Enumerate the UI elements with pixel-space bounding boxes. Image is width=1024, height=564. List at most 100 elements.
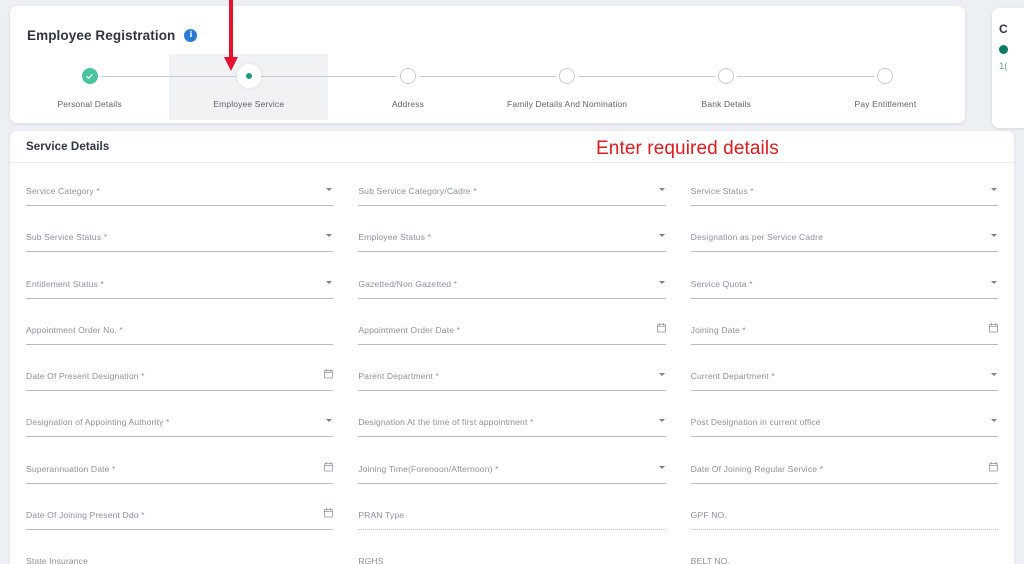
step-pending-icon [877, 68, 894, 84]
field-label: Designation as per Service Cadre [690, 232, 823, 243]
calendar-icon[interactable] [989, 461, 998, 472]
stepper-step-label: Bank Details [701, 99, 752, 109]
field-label: RGHS [358, 556, 384, 564]
stepper-step-family-details-and-nomination[interactable]: Family Details And Nomination [487, 54, 647, 120]
chevron-down-icon[interactable] [991, 373, 997, 377]
field-entitlement-status[interactable]: Entitlement Status * [26, 270, 334, 316]
chevron-down-icon[interactable] [658, 419, 665, 423]
field-parent-department[interactable]: Parent Department * [358, 362, 666, 408]
stepper-step-employee-service[interactable]: Employee Service [169, 54, 329, 120]
field-date-of-joining-present-ddo[interactable]: Date Of Joining Present Ddo * [26, 501, 334, 547]
field-label: PRAN Type [358, 510, 405, 521]
field-label: Service Status * [690, 186, 754, 196]
field-underline [358, 205, 666, 206]
field-label: BELT NO. [690, 556, 730, 564]
field-underline [690, 205, 998, 206]
step-connector-left [328, 76, 397, 77]
field-service-quota[interactable]: Service Quota * [690, 270, 998, 316]
step-connector-right [737, 76, 806, 77]
field-label: State Insurance [26, 556, 88, 564]
step-marker [646, 66, 806, 86]
field-gpf-no[interactable]: GPF NO. [690, 501, 998, 547]
chevron-down-icon[interactable] [658, 234, 665, 238]
service-details-form-grid: Service Category * Sub Service Category/C… [10, 163, 1014, 564]
calendar-icon[interactable] [656, 322, 666, 333]
registration-title-row: Employee Registration i [27, 28, 198, 43]
field-appointment-order-no[interactable]: Appointment Order No. * [26, 316, 334, 362]
field-label: Entitlement Status * [26, 278, 104, 289]
field-designation-of-appointing-authority[interactable]: Designation of Appointing Authority * [26, 408, 334, 454]
field-service-status[interactable]: Service Status * [690, 177, 998, 223]
chevron-down-icon[interactable] [326, 188, 333, 191]
field-state-insurance[interactable]: State Insurance [26, 547, 333, 564]
stepper-step-label: Family Details And Nomination [507, 99, 628, 109]
calendar-icon[interactable] [324, 508, 334, 518]
field-post-designation-in-current-office[interactable]: Post Designation in current office [690, 408, 998, 454]
field-underline [690, 343, 998, 345]
field-label: GPF NO. [690, 510, 727, 521]
chevron-down-icon[interactable] [658, 280, 665, 284]
field-underline [26, 436, 334, 438]
field-pran-type[interactable]: PRAN Type [358, 501, 666, 547]
field-underline [358, 251, 666, 253]
step-marker [487, 66, 647, 86]
field-label: Superannuation Date * [26, 463, 116, 474]
step-connector-left [169, 76, 238, 77]
field-date-of-joining-regular-service[interactable]: Date Of Joining Regular Service * [690, 455, 998, 501]
step-connector-right [100, 76, 170, 77]
field-sub-service-category-cadre[interactable]: Sub Service Category/Cadre * [358, 177, 666, 223]
field-employee-status[interactable]: Employee Status * [358, 223, 666, 269]
chevron-down-icon[interactable] [991, 188, 997, 191]
stepper-step-pay-entitlement[interactable]: Pay Entitlement [805, 54, 965, 120]
field-date-of-present-designation[interactable]: Date Of Present Designation * [26, 362, 334, 408]
field-superannuation-date[interactable]: Superannuation Date * [26, 455, 334, 501]
field-label: Designation At the time of first appoint… [358, 417, 534, 428]
chevron-down-icon[interactable] [991, 419, 997, 423]
chevron-down-icon[interactable] [326, 419, 333, 423]
chevron-down-icon[interactable] [326, 234, 333, 238]
registration-stepper-card: Employee Registration i Personal Details… [10, 6, 965, 123]
field-designation-as-per-service-cadre[interactable]: Designation as per Service Cadre [690, 223, 998, 269]
field-appointment-order-date[interactable]: Appointment Order Date * [358, 316, 666, 362]
field-label: Date Of Present Designation * [26, 371, 145, 382]
field-label: Service Quota * [690, 278, 753, 289]
chevron-down-icon[interactable] [991, 280, 997, 284]
calendar-icon[interactable] [989, 322, 998, 333]
field-service-category[interactable]: Service Category * [26, 177, 334, 223]
step-pending-icon [718, 68, 735, 84]
calendar-icon[interactable] [324, 461, 334, 472]
stepper-step-bank-details[interactable]: Bank Details [646, 54, 806, 120]
employee-registration-page: Employee Registration i Personal Details… [0, 0, 1024, 564]
step-pending-icon [559, 68, 576, 84]
field-label: Appointment Order No. * [26, 324, 123, 335]
field-rghs[interactable]: RGHS [358, 547, 665, 564]
field-label: Parent Department * [358, 371, 439, 382]
step-marker [805, 66, 965, 86]
calendar-icon[interactable] [324, 369, 334, 379]
chevron-down-icon[interactable] [658, 465, 665, 469]
field-belt-no[interactable]: BELT NO. [691, 547, 998, 564]
field-joining-date[interactable]: Joining Date * [690, 316, 998, 362]
stepper-step-personal-details[interactable]: Personal Details [10, 54, 170, 120]
field-gazetted-non-gazetted[interactable]: Gazetted/Non Gazetted * [358, 270, 666, 316]
field-label: Joining Date * [690, 324, 746, 335]
field-joining-time-forenoon-afternoon[interactable]: Joining Time(Forenoon/Afternoon) * [358, 455, 666, 501]
step-check-icon [81, 68, 98, 84]
field-underline [690, 390, 998, 392]
chevron-down-icon[interactable] [991, 234, 997, 238]
chevron-down-icon[interactable] [658, 188, 665, 191]
registration-stepper: Personal Details Employee Service Address F… [10, 54, 965, 120]
field-underline [358, 390, 666, 392]
step-pending-icon [399, 68, 416, 84]
side-summary-card: C 1( [992, 8, 1024, 128]
chevron-down-icon[interactable] [326, 280, 333, 284]
field-designation-at-the-time-of-first-appointment[interactable]: Designation At the time of first appoint… [358, 408, 666, 454]
field-underline [358, 482, 666, 484]
stepper-step-label: Pay Entitlement [854, 99, 917, 109]
field-current-department[interactable]: Current Department * [690, 362, 998, 408]
chevron-down-icon[interactable] [658, 373, 665, 377]
info-icon[interactable]: i [184, 29, 198, 42]
field-sub-service-status[interactable]: Sub Service Status * [26, 223, 334, 269]
stepper-step-label: Address [391, 99, 425, 109]
stepper-step-address[interactable]: Address [328, 54, 488, 120]
